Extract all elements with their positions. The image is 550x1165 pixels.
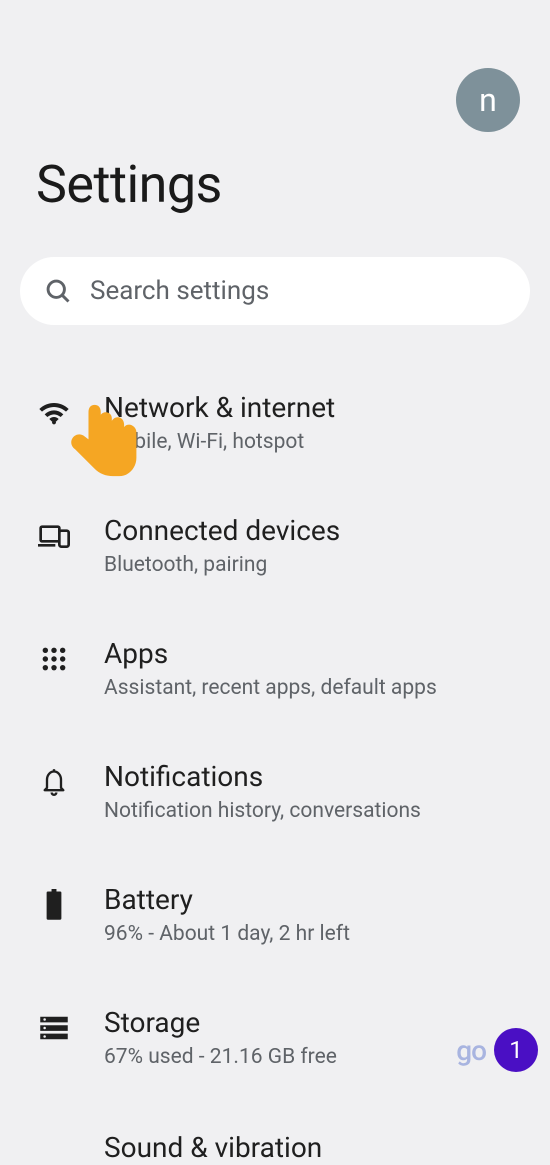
avatar[interactable]: n: [456, 68, 520, 132]
avatar-letter: n: [479, 81, 497, 119]
item-title: Battery: [104, 883, 514, 916]
settings-item-connected-devices[interactable]: Connected devices Bluetooth, pairing: [0, 496, 550, 619]
item-title: Network & internet: [104, 391, 514, 424]
search-bar[interactable]: Search settings: [20, 257, 530, 325]
devices-icon: [36, 518, 72, 554]
go-logo: go: [456, 1034, 486, 1067]
settings-item-notifications[interactable]: Notifications Notification history, conv…: [0, 742, 550, 865]
item-subtitle: Notification history, conversations: [104, 799, 514, 823]
item-subtitle: Assistant, recent apps, default apps: [104, 676, 514, 700]
count-badge-value: 1: [509, 1036, 523, 1064]
pointer-hand-icon: [64, 400, 140, 490]
bell-icon: [36, 764, 72, 800]
settings-item-battery[interactable]: Battery 96% - About 1 day, 2 hr left: [0, 865, 550, 988]
item-subtitle: Mobile, Wi-Fi, hotspot: [104, 430, 514, 454]
item-title: Connected devices: [104, 514, 514, 547]
storage-icon: [36, 1010, 72, 1046]
search-icon: [44, 277, 72, 305]
item-title: Notifications: [104, 760, 514, 793]
battery-icon: [36, 887, 72, 923]
count-badge[interactable]: 1: [494, 1028, 538, 1072]
item-title: Sound & vibration: [104, 1131, 322, 1164]
item-title: Apps: [104, 637, 514, 670]
item-subtitle: 67% used - 21.16 GB free: [104, 1045, 514, 1069]
item-subtitle: Bluetooth, pairing: [104, 553, 514, 577]
settings-item-sound[interactable]: Sound & vibration: [0, 1111, 550, 1165]
settings-item-apps[interactable]: Apps Assistant, recent apps, default app…: [0, 619, 550, 742]
search-placeholder: Search settings: [90, 276, 269, 306]
item-title: Storage: [104, 1006, 514, 1039]
page-title: Settings: [0, 132, 550, 215]
item-subtitle: 96% - About 1 day, 2 hr left: [104, 922, 514, 946]
apps-icon: [36, 641, 72, 677]
